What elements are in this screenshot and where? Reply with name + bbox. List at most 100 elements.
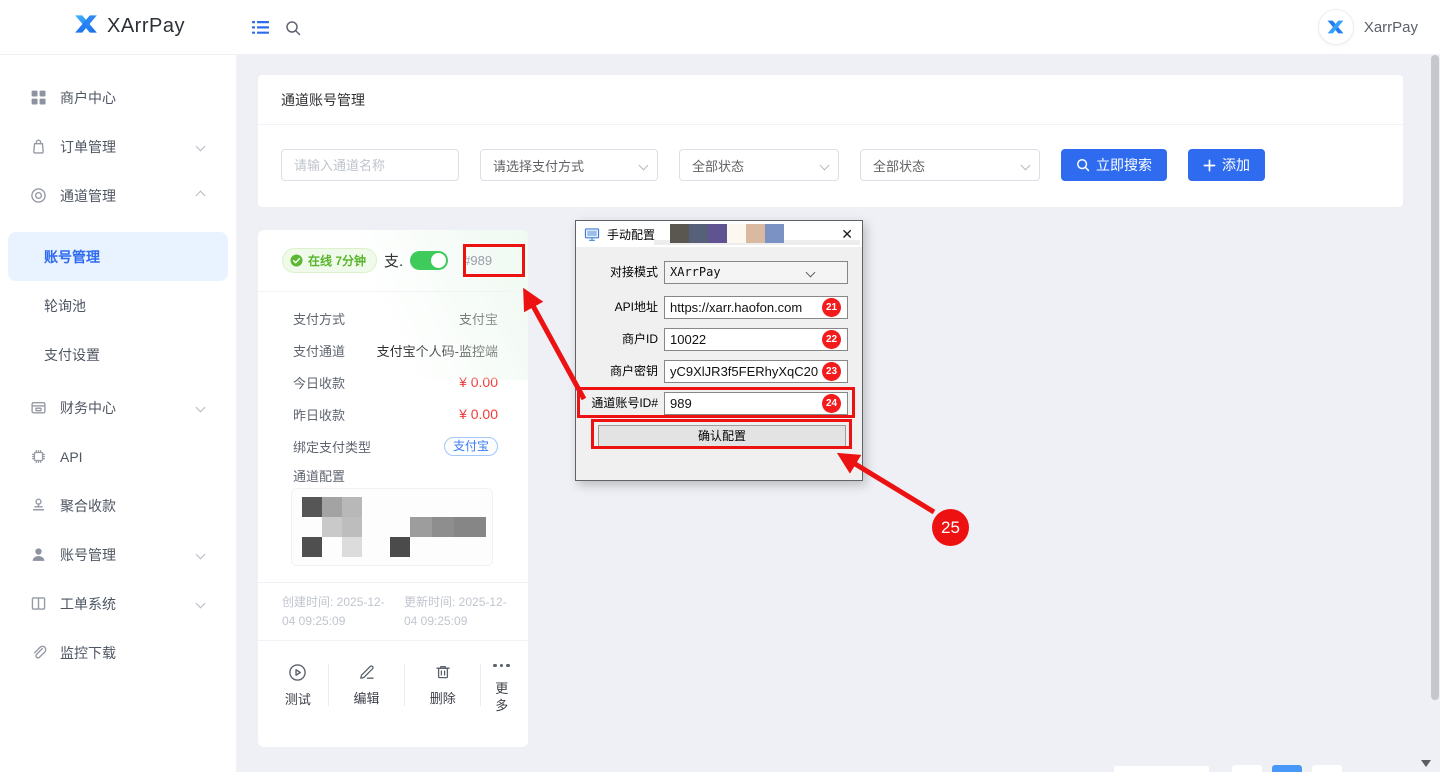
sidebar-item-order-management[interactable]: 订单管理	[8, 122, 228, 171]
sidebar-item-account-management[interactable]: 账号管理	[8, 232, 228, 281]
chip-icon	[30, 448, 47, 465]
chevron-down-icon	[196, 599, 206, 609]
add-button-label: 添加	[1222, 155, 1250, 175]
dialog-body: 对接模式 XArrPay API地址 21 商户ID 22 商户密钥 23 通道…	[576, 247, 862, 480]
pagination-page-active[interactable]	[1272, 765, 1302, 772]
field-value-amount: ¥ 0.00	[459, 374, 498, 390]
plus-icon	[1203, 159, 1216, 172]
channel-account-panel: 通道账号管理 请选择支付方式 全部状态 全部状态 立即搜索 添加	[258, 75, 1403, 207]
user-avatar	[1318, 9, 1354, 45]
check-circle-icon	[290, 254, 303, 267]
status-select-1[interactable]: 全部状态	[679, 149, 839, 181]
api-url-row: API地址 21	[576, 296, 862, 319]
search-icon	[1076, 158, 1090, 172]
blurred-pixels	[670, 224, 784, 243]
action-label: 更多	[494, 681, 509, 714]
field-value-amount: ¥ 0.00	[459, 406, 498, 422]
field-row: 绑定支付类型支付宝	[258, 430, 528, 462]
collapse-menu-icon[interactable]	[252, 20, 269, 40]
sidebar-item-aggregate-collection[interactable]: 聚合收款	[8, 481, 228, 530]
chevron-up-icon	[196, 191, 206, 201]
field-value: 支付宝个人码-监控端	[377, 341, 498, 360]
field-value: 支付宝	[459, 309, 498, 328]
status-value: 全部状态	[692, 156, 744, 175]
sidebar-item-label: 聚合收款	[60, 496, 228, 516]
field-row: 昨日收款 ¥ 0.00	[258, 398, 528, 430]
mode-value: XArrPay	[670, 265, 721, 279]
chevron-down-icon	[1021, 160, 1031, 170]
channel-card-header: 在线 7分钟 支. #989	[258, 230, 528, 292]
api-url-input[interactable]	[664, 296, 848, 319]
sidebar-item-label: 通道管理	[60, 186, 184, 206]
enable-toggle[interactable]	[410, 251, 448, 270]
pay-method-select[interactable]: 请选择支付方式	[480, 149, 658, 181]
sidebar-item-label: 订单管理	[60, 137, 184, 157]
field-row: 支付通道支付宝个人码-监控端	[258, 334, 528, 366]
bag-icon	[30, 138, 47, 155]
channel-id-label: #989	[463, 253, 492, 268]
more-button[interactable]: 更多	[481, 656, 522, 714]
created-at: 创建时间: 2025-12-04 09:25:09	[282, 593, 394, 630]
sidebar-item-label: 监控下载	[60, 643, 228, 663]
field-label: 今日收款	[293, 373, 345, 392]
sidebar-item-label: 账号管理	[44, 247, 228, 267]
sidebar-item-merchant-center[interactable]: 商户中心	[8, 73, 228, 122]
user-icon	[30, 546, 47, 563]
confirm-config-button[interactable]: 确认配置	[598, 425, 846, 447]
pay-method-value: 请选择支付方式	[493, 156, 584, 175]
chevron-down-icon	[806, 268, 816, 278]
mode-select[interactable]: XArrPay	[664, 261, 848, 284]
chevron-down-icon	[639, 160, 649, 170]
user-menu[interactable]: XarrPay	[1318, 9, 1418, 45]
sidebar-item-api[interactable]: API	[8, 432, 228, 481]
channel-name-input[interactable]	[281, 149, 459, 181]
config-label: 通道配置	[258, 462, 528, 488]
channel-icon	[30, 187, 47, 204]
mode-row: 对接模式 XArrPay	[576, 261, 862, 284]
sidebar-item-account-management-2[interactable]: 账号管理	[8, 530, 228, 579]
add-button[interactable]: 添加	[1188, 149, 1265, 181]
merchant-key-input[interactable]	[664, 360, 848, 383]
link-icon	[30, 644, 47, 661]
sidebar-item-payment-settings[interactable]: 支付设置	[8, 330, 228, 379]
sidebar-item-finance-center[interactable]: 财务中心	[8, 383, 228, 432]
manual-config-dialog: 手动配置 ✕ 对接模式 XArrPay API地址 21 商户ID 22 商户密…	[575, 220, 863, 481]
blurred-config-preview	[291, 488, 493, 566]
action-label: 测试	[285, 689, 311, 708]
chevron-down-icon	[196, 142, 206, 152]
field-label: 绑定支付类型	[293, 437, 371, 456]
page-size-select[interactable]	[1113, 765, 1210, 772]
sidebar-item-monitor-download[interactable]: 监控下载	[8, 628, 228, 677]
close-icon[interactable]: ✕	[841, 225, 853, 243]
sidebar-item-label: 支付设置	[44, 345, 228, 365]
sidebar-item-ticket-system[interactable]: 工单系统	[8, 579, 228, 628]
step-circle-25: 25	[932, 509, 969, 546]
field-label: 昨日收款	[293, 405, 345, 424]
scrollbar-down-arrow[interactable]	[1421, 760, 1431, 767]
ellipsis-icon	[493, 656, 510, 674]
search-icon[interactable]	[285, 20, 301, 41]
chevron-down-icon	[820, 160, 830, 170]
delete-button[interactable]: 删除	[405, 663, 480, 707]
sidebar-item-label: API	[60, 449, 228, 465]
search-now-button[interactable]: 立即搜索	[1061, 149, 1167, 181]
sidebar-item-polling-pool[interactable]: 轮询池	[8, 281, 228, 330]
timestamps: 创建时间: 2025-12-04 09:25:09 更新时间: 2025-12-…	[258, 582, 528, 641]
test-button[interactable]: 测试	[268, 663, 328, 708]
toggle-knob	[431, 253, 446, 268]
status-select-2[interactable]: 全部状态	[860, 149, 1040, 181]
merchant-id-input[interactable]	[664, 328, 848, 351]
channel-account-id-input[interactable]	[664, 392, 848, 415]
wallet-icon	[30, 399, 47, 416]
scrollbar-thumb[interactable]	[1431, 55, 1439, 700]
monitor-icon	[584, 227, 600, 242]
pagination-page[interactable]	[1232, 765, 1262, 772]
pagination-page[interactable]	[1312, 765, 1342, 772]
field-row: 今日收款 ¥ 0.00	[258, 366, 528, 398]
edit-button[interactable]: 编辑	[329, 663, 404, 707]
sidebar-item-label: 商户中心	[60, 88, 228, 108]
step-badge-22: 22	[822, 330, 841, 349]
card-actions: 测试 编辑 删除 更多	[258, 641, 528, 729]
field-label: 支付方式	[293, 309, 345, 328]
sidebar-item-channel-management[interactable]: 通道管理	[8, 171, 228, 220]
